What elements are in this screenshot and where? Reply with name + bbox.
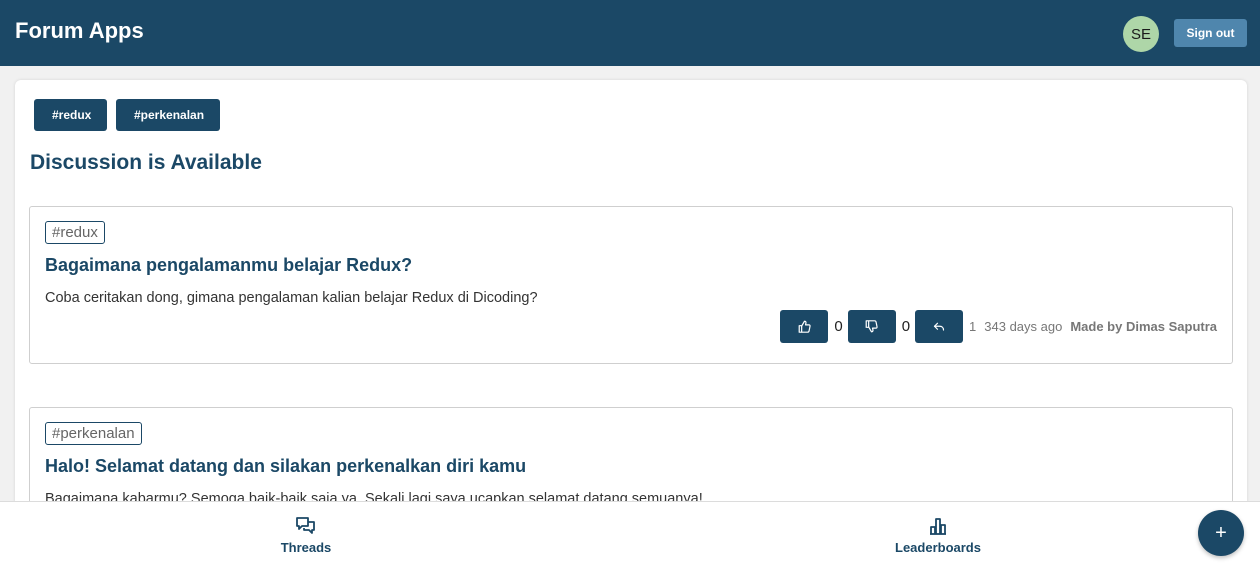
- nav-threads[interactable]: Threads: [276, 516, 336, 555]
- thread-body: Coba ceritakan dong, gimana pengalaman k…: [45, 290, 538, 306]
- thread-author: Made by Dimas Saputra: [1070, 319, 1217, 334]
- category-filter-perkenalan[interactable]: #perkenalan: [116, 99, 220, 131]
- upvote-count: 0: [834, 318, 843, 335]
- thread-card: #redux Bagaimana pengalamanmu belajar Re…: [29, 206, 1233, 364]
- sign-out-button[interactable]: Sign out: [1174, 19, 1247, 47]
- page-heading: Discussion is Available: [30, 151, 262, 174]
- thread-card: #perkenalan Halo! Selamat datang dan sil…: [29, 407, 1233, 510]
- top-navbar: Forum Apps SE Sign out: [0, 0, 1260, 66]
- bottom-navbar: Threads Leaderboards: [0, 501, 1260, 570]
- add-thread-button[interactable]: +: [1198, 510, 1244, 556]
- thread-actions: 0 0 1 343 days ago Made by Dimas Saputra: [780, 310, 1217, 343]
- category-filter-redux[interactable]: #redux: [34, 99, 107, 131]
- thumbs-down-icon: [865, 320, 878, 333]
- nav-leaderboards[interactable]: Leaderboards: [893, 516, 983, 555]
- bar-chart-icon: [930, 518, 946, 535]
- user-avatar[interactable]: SE: [1123, 16, 1159, 52]
- nav-leaderboards-label: Leaderboards: [895, 540, 981, 555]
- reply-button[interactable]: [915, 310, 964, 343]
- thread-title-link[interactable]: Bagaimana pengalamanmu belajar Redux?: [45, 255, 412, 276]
- reply-icon: [933, 322, 945, 331]
- reply-count: 1: [969, 319, 977, 334]
- nav-threads-label: Threads: [280, 540, 332, 555]
- thread-title-link[interactable]: Halo! Selamat datang dan silakan perkena…: [45, 456, 526, 477]
- thread-age: 343 days ago: [984, 319, 1063, 334]
- chat-bubbles-icon: [296, 517, 315, 534]
- downvote-count: 0: [901, 318, 911, 335]
- main-content: #redux #perkenalan Discussion is Availab…: [15, 80, 1247, 510]
- thread-category-tag: #perkenalan: [45, 422, 142, 445]
- thumbs-up-icon: [798, 320, 811, 333]
- downvote-button[interactable]: [847, 310, 896, 343]
- thread-category-tag: #redux: [45, 221, 105, 244]
- app-title: Forum Apps: [15, 18, 144, 43]
- upvote-button[interactable]: [780, 310, 829, 343]
